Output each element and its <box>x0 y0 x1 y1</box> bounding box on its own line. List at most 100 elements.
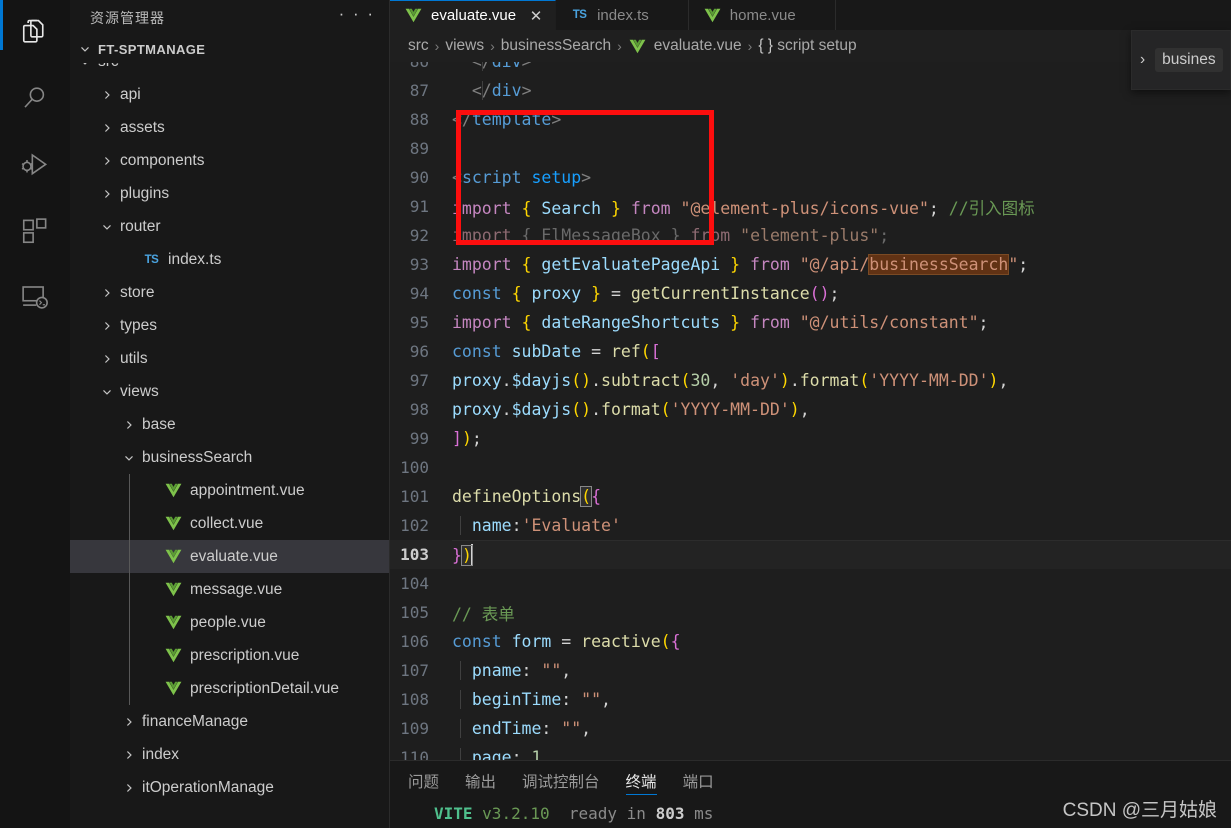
code-line-110[interactable]: 110 page: 1, <box>390 743 1231 760</box>
code-line-102[interactable]: 102 name:'Evaluate' <box>390 511 1231 540</box>
tree-item-views[interactable]: views <box>70 375 389 408</box>
code-line-96[interactable]: 96 const subDate = ref([ <box>390 337 1231 366</box>
code-line-95[interactable]: 95 import { dateRangeShortcuts } from "@/… <box>390 308 1231 337</box>
code-line-104[interactable]: 104 <box>390 569 1231 598</box>
code-text: import { getEvaluatePageApi } from "@/ap… <box>452 254 1029 275</box>
ready-text: ready in <box>568 804 646 823</box>
tree-item-message-vue[interactable]: message.vue <box>70 573 389 606</box>
tree-item-api[interactable]: api <box>70 78 389 111</box>
tree-item-appointment-vue[interactable]: appointment.vue <box>70 474 389 507</box>
chevron-right-icon <box>120 416 138 434</box>
breadcrumb-item-businessSearch[interactable]: businessSearch <box>501 37 611 55</box>
code-text: <script setup> <box>452 168 592 187</box>
code-line-93[interactable]: 93 import { getEvaluatePageApi } from "@/… <box>390 250 1231 279</box>
vite-version: v3.2.10 <box>482 804 550 823</box>
panel-tab-端口[interactable]: 端口 <box>683 761 714 801</box>
explorer-icon[interactable] <box>0 0 70 66</box>
project-section-header[interactable]: FT-SPTMANAGE <box>70 35 389 63</box>
code-line-105[interactable]: 105 // 表单 <box>390 598 1231 627</box>
matching-bracket: ( <box>580 486 593 507</box>
tree-item-index-ts[interactable]: TS index.ts <box>70 243 389 276</box>
code-text: name:'Evaluate' <box>452 516 621 535</box>
tree-item-utils[interactable]: utils <box>70 342 389 375</box>
code-line-91[interactable]: 91 import { Search } from "@element-plus/… <box>390 192 1231 221</box>
tree-item-financeManage[interactable]: financeManage <box>70 705 389 738</box>
search-icon[interactable] <box>0 66 70 132</box>
breadcrumb-dropdown[interactable]: › busines <box>1131 30 1231 90</box>
tree-item-collect-vue[interactable]: collect.vue <box>70 507 389 540</box>
tree-item-businessSearch[interactable]: businessSearch <box>70 441 389 474</box>
tree-item-plugins[interactable]: plugins <box>70 177 389 210</box>
code-line-106[interactable]: 106 const form = reactive({ <box>390 627 1231 656</box>
more-actions-icon[interactable]: · · · <box>339 5 375 26</box>
code-line-94[interactable]: 94 const { proxy } = getCurrentInstance()… <box>390 279 1231 308</box>
tree-item-label: types <box>120 316 158 334</box>
code-text: page: 1, <box>452 748 551 760</box>
tree-item-prescriptionDetail-vue[interactable]: prescriptionDetail.vue <box>70 672 389 705</box>
line-number: 99 <box>409 429 429 448</box>
remote-explorer-icon[interactable] <box>0 264 70 330</box>
breadcrumb-dropdown-item[interactable]: busines <box>1155 48 1223 72</box>
code-line-87[interactable]: 87 </div> <box>390 76 1231 105</box>
code-line-108[interactable]: 108 beginTime: "", <box>390 685 1231 714</box>
tree-item-assets[interactable]: assets <box>70 111 389 144</box>
breadcrumb-item-script-setup[interactable]: { } script setup <box>758 37 856 55</box>
code-line-89[interactable]: 89 <box>390 134 1231 163</box>
code-text: import { ElMessageBox } from "element-pl… <box>452 226 890 245</box>
panel-tab-输出[interactable]: 输出 <box>465 761 496 801</box>
code-text: </template> <box>452 110 562 129</box>
breadcrumb-item-src[interactable]: src <box>408 37 429 55</box>
tree-item-label: plugins <box>120 184 170 202</box>
panel-tab-问题[interactable]: 问题 <box>408 761 439 801</box>
ms-unit: ms <box>694 804 714 823</box>
line-number: 106 <box>400 632 429 651</box>
tree-item-store[interactable]: store <box>70 276 389 309</box>
breadcrumb-item-evaluate-vue[interactable]: evaluate.vue <box>628 37 742 56</box>
code-text: ]); <box>452 429 482 448</box>
extensions-icon[interactable] <box>0 198 70 264</box>
code-line-107[interactable]: 107 pname: "", <box>390 656 1231 685</box>
editor-tab-label: index.ts <box>597 6 649 24</box>
code-line-88[interactable]: 88 </template> <box>390 105 1231 134</box>
breadcrumb-item-views[interactable]: views <box>445 37 484 55</box>
typescript-file-icon: TS <box>572 9 587 21</box>
tree-item-label: views <box>120 382 159 400</box>
chevron-right-icon <box>98 317 116 335</box>
tree-item-itOperationManage[interactable]: itOperationManage <box>70 771 389 804</box>
code-line-101[interactable]: 101 defineOptions({ <box>390 482 1231 511</box>
code-line-99[interactable]: 99]); <box>390 424 1231 453</box>
editor-tabbar: evaluate.vue ✕ TS index.ts home.vue <box>390 0 1231 30</box>
code-line-90[interactable]: 90 <script setup> <box>390 163 1231 192</box>
run-debug-icon[interactable] <box>0 132 70 198</box>
code-line-109[interactable]: 109 endTime: "", <box>390 714 1231 743</box>
vue-file-icon <box>628 37 647 56</box>
vscode-window: 资源管理器 · · · FT-SPTMANAGE src api assets com… <box>0 0 1231 828</box>
tree-item-prescription-vue[interactable]: prescription.vue <box>70 639 389 672</box>
code-line-100[interactable]: 100 <box>390 453 1231 482</box>
editor-tab-evaluate-vue[interactable]: evaluate.vue ✕ <box>390 0 557 30</box>
file-tree[interactable]: src api assets components plugins router TS ind… <box>70 63 389 828</box>
line-number: 103 <box>400 545 429 564</box>
tree-item-types[interactable]: types <box>70 309 389 342</box>
close-icon[interactable]: ✕ <box>528 7 544 25</box>
tree-item-index[interactable]: index <box>70 738 389 771</box>
editor-tab-home-vue[interactable]: home.vue <box>688 0 836 30</box>
editor-tab-index-ts[interactable]: TS index.ts <box>556 0 689 30</box>
panel-tab-调试控制台[interactable]: 调试控制台 <box>522 761 600 801</box>
code-line-98[interactable]: 98 proxy.$dayjs().format('YYYY-MM-DD'), <box>390 395 1231 424</box>
tree-item-evaluate-vue[interactable]: evaluate.vue <box>70 540 389 573</box>
vue-file-icon <box>164 514 183 533</box>
tree-item-people-vue[interactable]: people.vue <box>70 606 389 639</box>
code-line-86[interactable]: 86 </div> <box>390 62 1231 76</box>
tree-item-base[interactable]: base <box>70 408 389 441</box>
breadcrumb[interactable]: src › views › businessSearch › evaluate.vue › { … <box>390 30 1231 62</box>
tree-item-src[interactable]: src <box>70 63 389 78</box>
code-editor[interactable]: 86 </div>87 </div>88</template>8990<scri… <box>390 62 1231 760</box>
chevron-right-icon: › <box>1140 51 1146 68</box>
tree-item-router[interactable]: router <box>70 210 389 243</box>
panel-tab-终端[interactable]: 终端 <box>625 761 657 801</box>
code-line-103[interactable]: 103}) <box>390 540 1231 569</box>
code-line-92[interactable]: 92 import { ElMessageBox } from "element-… <box>390 221 1231 250</box>
code-line-97[interactable]: 97 proxy.$dayjs().subtract(30, 'day').for… <box>390 366 1231 395</box>
tree-item-components[interactable]: components <box>70 144 389 177</box>
